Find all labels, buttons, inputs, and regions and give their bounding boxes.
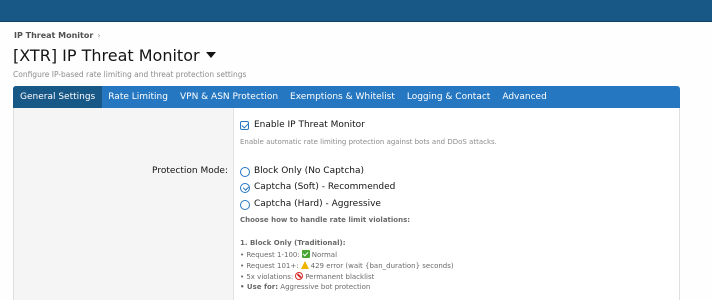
- prohibited-icon: [295, 272, 304, 280]
- warning-icon: [300, 261, 309, 269]
- tab-rate-limiting[interactable]: Rate Limiting: [102, 86, 174, 108]
- caret-down-icon[interactable]: [205, 52, 216, 58]
- radio-block-only[interactable]: [240, 167, 250, 177]
- top-navigation-bar: [0, 0, 712, 22]
- explain-line-1: • Request 1-100: Normal: [240, 250, 337, 259]
- explain-line-4: • Use for: Aggressive bot protection: [240, 283, 370, 291]
- protection-mode-label: Protection Mode:: [152, 166, 228, 176]
- explain-line-3: • 5x violations: Permanent blacklist: [240, 272, 374, 281]
- explain-line-4-prefix: • Use for:: [240, 283, 279, 291]
- tab-exemptions-whitelist[interactable]: Exemptions & Whitelist: [284, 86, 401, 108]
- page-title[interactable]: [XTR] IP Threat Monitor: [13, 45, 216, 67]
- breadcrumb-separator-icon: ›: [97, 31, 101, 40]
- tab-vpn-asn-protection[interactable]: VPN & ASN Protection: [174, 86, 284, 108]
- explain-line-3-text: Permanent blacklist: [305, 273, 375, 281]
- radio-captcha-hard-label[interactable]: Captcha (Hard) - Aggressive: [254, 199, 381, 209]
- radio-captcha-soft[interactable]: [240, 183, 250, 193]
- radio-block-only-label[interactable]: Block Only (No Captcha): [254, 166, 364, 176]
- radio-captcha-soft-label[interactable]: Captcha (Soft) - Recommended: [254, 182, 395, 192]
- enable-checkbox-label[interactable]: Enable IP Threat Monitor: [254, 120, 365, 130]
- tab-bar: General Settings Rate Limiting VPN & ASN…: [13, 86, 680, 108]
- breadcrumb-item[interactable]: IP Threat Monitor: [14, 31, 93, 40]
- explain-line-2-prefix: • Request 101+:: [240, 262, 299, 270]
- explain-line-2-text: 429 error (wait {ban_duration} seconds): [310, 262, 454, 270]
- check-mark-icon: [301, 250, 310, 258]
- protection-mode-hint: Choose how to handle rate limit violatio…: [240, 216, 411, 224]
- block-only-explain-title: 1. Block Only (Traditional):: [240, 239, 346, 247]
- tab-advanced[interactable]: Advanced: [496, 86, 552, 108]
- enable-checkbox[interactable]: [240, 121, 249, 130]
- explain-line-3-prefix: • 5x violations:: [240, 273, 294, 281]
- explain-line-2: • Request 101+: 429 error (wait {ban_dura…: [240, 261, 454, 270]
- explain-line-1-prefix: • Request 1-100:: [240, 251, 300, 259]
- tab-logging-contact[interactable]: Logging & Contact: [401, 86, 496, 108]
- page-description: Configure IP-based rate limiting and thr…: [13, 70, 247, 79]
- tab-general-settings[interactable]: General Settings: [13, 86, 103, 108]
- page-title-text: [XTR] IP Threat Monitor: [13, 46, 200, 65]
- settings-label-column: [14, 108, 234, 300]
- breadcrumb[interactable]: IP Threat Monitor ›: [14, 31, 101, 40]
- enable-hint: Enable automatic rate limiting protectio…: [240, 138, 497, 146]
- explain-line-4-text: Aggressive bot protection: [280, 283, 371, 291]
- radio-captcha-hard[interactable]: [240, 200, 250, 210]
- explain-line-1-text: Normal: [311, 251, 338, 259]
